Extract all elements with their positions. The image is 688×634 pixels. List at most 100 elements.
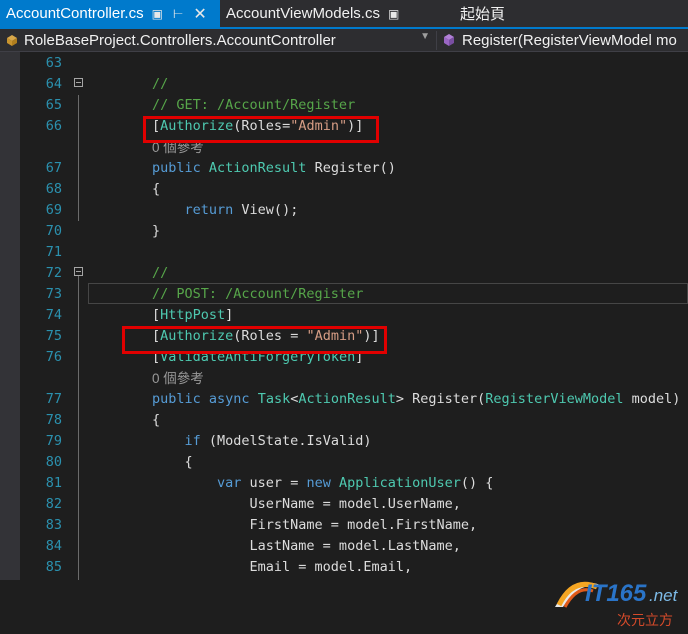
line-number: 82 [45, 496, 62, 512]
line-number: 80 [45, 454, 62, 470]
code-token: if [184, 433, 201, 449]
line-number: 75 [45, 328, 62, 344]
code-token: () { [460, 475, 494, 491]
code-token: Task [257, 391, 291, 407]
code-text: } [152, 221, 160, 242]
nav-divider [436, 31, 437, 50]
code-line: 69 return View(); [0, 200, 688, 221]
code-token: { [152, 412, 161, 428]
code-token: async [208, 391, 258, 407]
code-text: FirstName = model.FirstName, [152, 515, 478, 536]
code-token: ApplicationUser [338, 475, 461, 491]
code-text: { [152, 452, 193, 473]
code-text: if (ModelState.IsValid) [152, 431, 372, 452]
tab-accountcontroller[interactable]: AccountController.cs ▣ ⊢ ✕ [0, 0, 220, 27]
line-number: 64 [45, 76, 62, 92]
code-token: HttpPost [160, 307, 226, 323]
code-line: 78 { [0, 410, 688, 431]
highlight-box-authorize-get [143, 116, 379, 143]
pin-icon[interactable]: ▣ [152, 7, 163, 21]
code-token: LastName = model.LastName, [152, 538, 461, 554]
code-text: Email = model.Email, [152, 557, 413, 578]
code-text: LastName = model.LastName, [152, 536, 461, 557]
class-dropdown[interactable]: RoleBaseProject.Controllers.AccountContr… [4, 30, 434, 50]
code-text: return View(); [152, 200, 299, 221]
pin-icon[interactable]: ⊢ [173, 7, 183, 21]
code-token: return [184, 202, 234, 218]
code-line: 79 if (ModelState.IsValid) [0, 431, 688, 452]
code-line: 74 [HttpPost] [0, 305, 688, 326]
code-token: public [152, 391, 209, 407]
code-editor[interactable]: 63 64//65// GET: /Account/Register 66 [Auth… [0, 52, 688, 629]
document-tab-strip: AccountController.cs ▣ ⊢ ✕ AccountViewMo… [0, 0, 688, 29]
code-line: 72 // [0, 263, 688, 284]
code-token: { [152, 454, 193, 470]
line-number: 83 [45, 517, 62, 533]
line-number: 73 [45, 286, 62, 302]
code-token: // GET: /Account/Register [152, 97, 356, 113]
code-line: 70} [0, 221, 688, 242]
code-token: UserName = model.UserName, [152, 496, 461, 512]
tab-label: AccountViewModels.cs [226, 5, 380, 22]
reference-count[interactable]: 0 個參考 [152, 368, 204, 390]
class-icon [7, 35, 17, 46]
code-line: 64 // [0, 74, 688, 95]
line-number: 72 [45, 265, 62, 281]
code-token: (ModelState.IsValid) [200, 433, 372, 449]
code-line: 84 LastName = model.LastName, [0, 536, 688, 557]
code-text: { [152, 410, 160, 431]
line-number: 67 [45, 160, 62, 176]
tab-label: AccountController.cs [6, 5, 144, 22]
code-token: FirstName = model.FirstName, [152, 517, 478, 533]
member-dropdown-label: Register(RegisterViewModel mo [462, 31, 677, 49]
class-dropdown-label: RoleBaseProject.Controllers.AccountContr… [24, 31, 336, 49]
code-token: > Register( [395, 391, 486, 407]
code-token: // [152, 76, 169, 92]
code-text: // [152, 74, 168, 95]
pin-icon[interactable]: ▣ [388, 7, 399, 21]
highlight-box-authorize-post [122, 326, 387, 354]
svg-text:次元立方: 次元立方 [617, 613, 673, 629]
code-token: user = [241, 475, 307, 491]
collapse-toggle-icon[interactable] [74, 267, 83, 276]
navigation-bar: RoleBaseProject.Controllers.AccountContr… [0, 29, 688, 52]
code-line: 63 [0, 53, 688, 74]
line-number: 66 [45, 118, 62, 134]
line-number: 71 [45, 244, 62, 260]
code-text: public ActionResult Register() [152, 158, 396, 179]
code-token: RegisterViewModel [485, 391, 624, 407]
code-token: var [217, 475, 242, 491]
code-line: 73 // POST: /Account/Register [0, 284, 688, 305]
close-icon[interactable]: ✕ [193, 4, 206, 24]
tab-start-page[interactable]: 起始頁 [460, 0, 530, 27]
code-text: // POST: /Account/Register [152, 284, 363, 305]
line-number: 74 [45, 307, 62, 323]
collapse-toggle-icon[interactable] [74, 78, 83, 87]
line-number: 63 [45, 55, 62, 71]
code-text: UserName = model.UserName, [152, 494, 461, 515]
it165-watermark-logo: IT165 .net 次元立方 [545, 557, 685, 629]
tab-accountviewmodels[interactable]: AccountViewModels.cs ▣ [226, 0, 412, 27]
code-token: ActionResult [298, 391, 396, 407]
chevron-down-icon[interactable]: ▼ [420, 31, 430, 42]
code-line: 71 [0, 242, 688, 263]
code-text: [HttpPost] [152, 305, 233, 326]
code-token: model) [623, 391, 681, 407]
code-token: Register() [306, 160, 396, 176]
line-number: 85 [45, 559, 62, 575]
svg-text:.net: .net [649, 586, 679, 605]
line-number: 77 [45, 391, 62, 407]
code-token: new [306, 475, 331, 491]
line-number: 70 [45, 223, 62, 239]
code-token: [ [152, 307, 161, 323]
line-number: 79 [45, 433, 62, 449]
code-line: 82 UserName = model.UserName, [0, 494, 688, 515]
member-dropdown[interactable]: Register(RegisterViewModel mo [440, 30, 688, 50]
code-text: // [152, 263, 168, 284]
line-number: 68 [45, 181, 62, 197]
code-token: Email = model.Email, [152, 559, 413, 575]
line-number: 81 [45, 475, 62, 491]
